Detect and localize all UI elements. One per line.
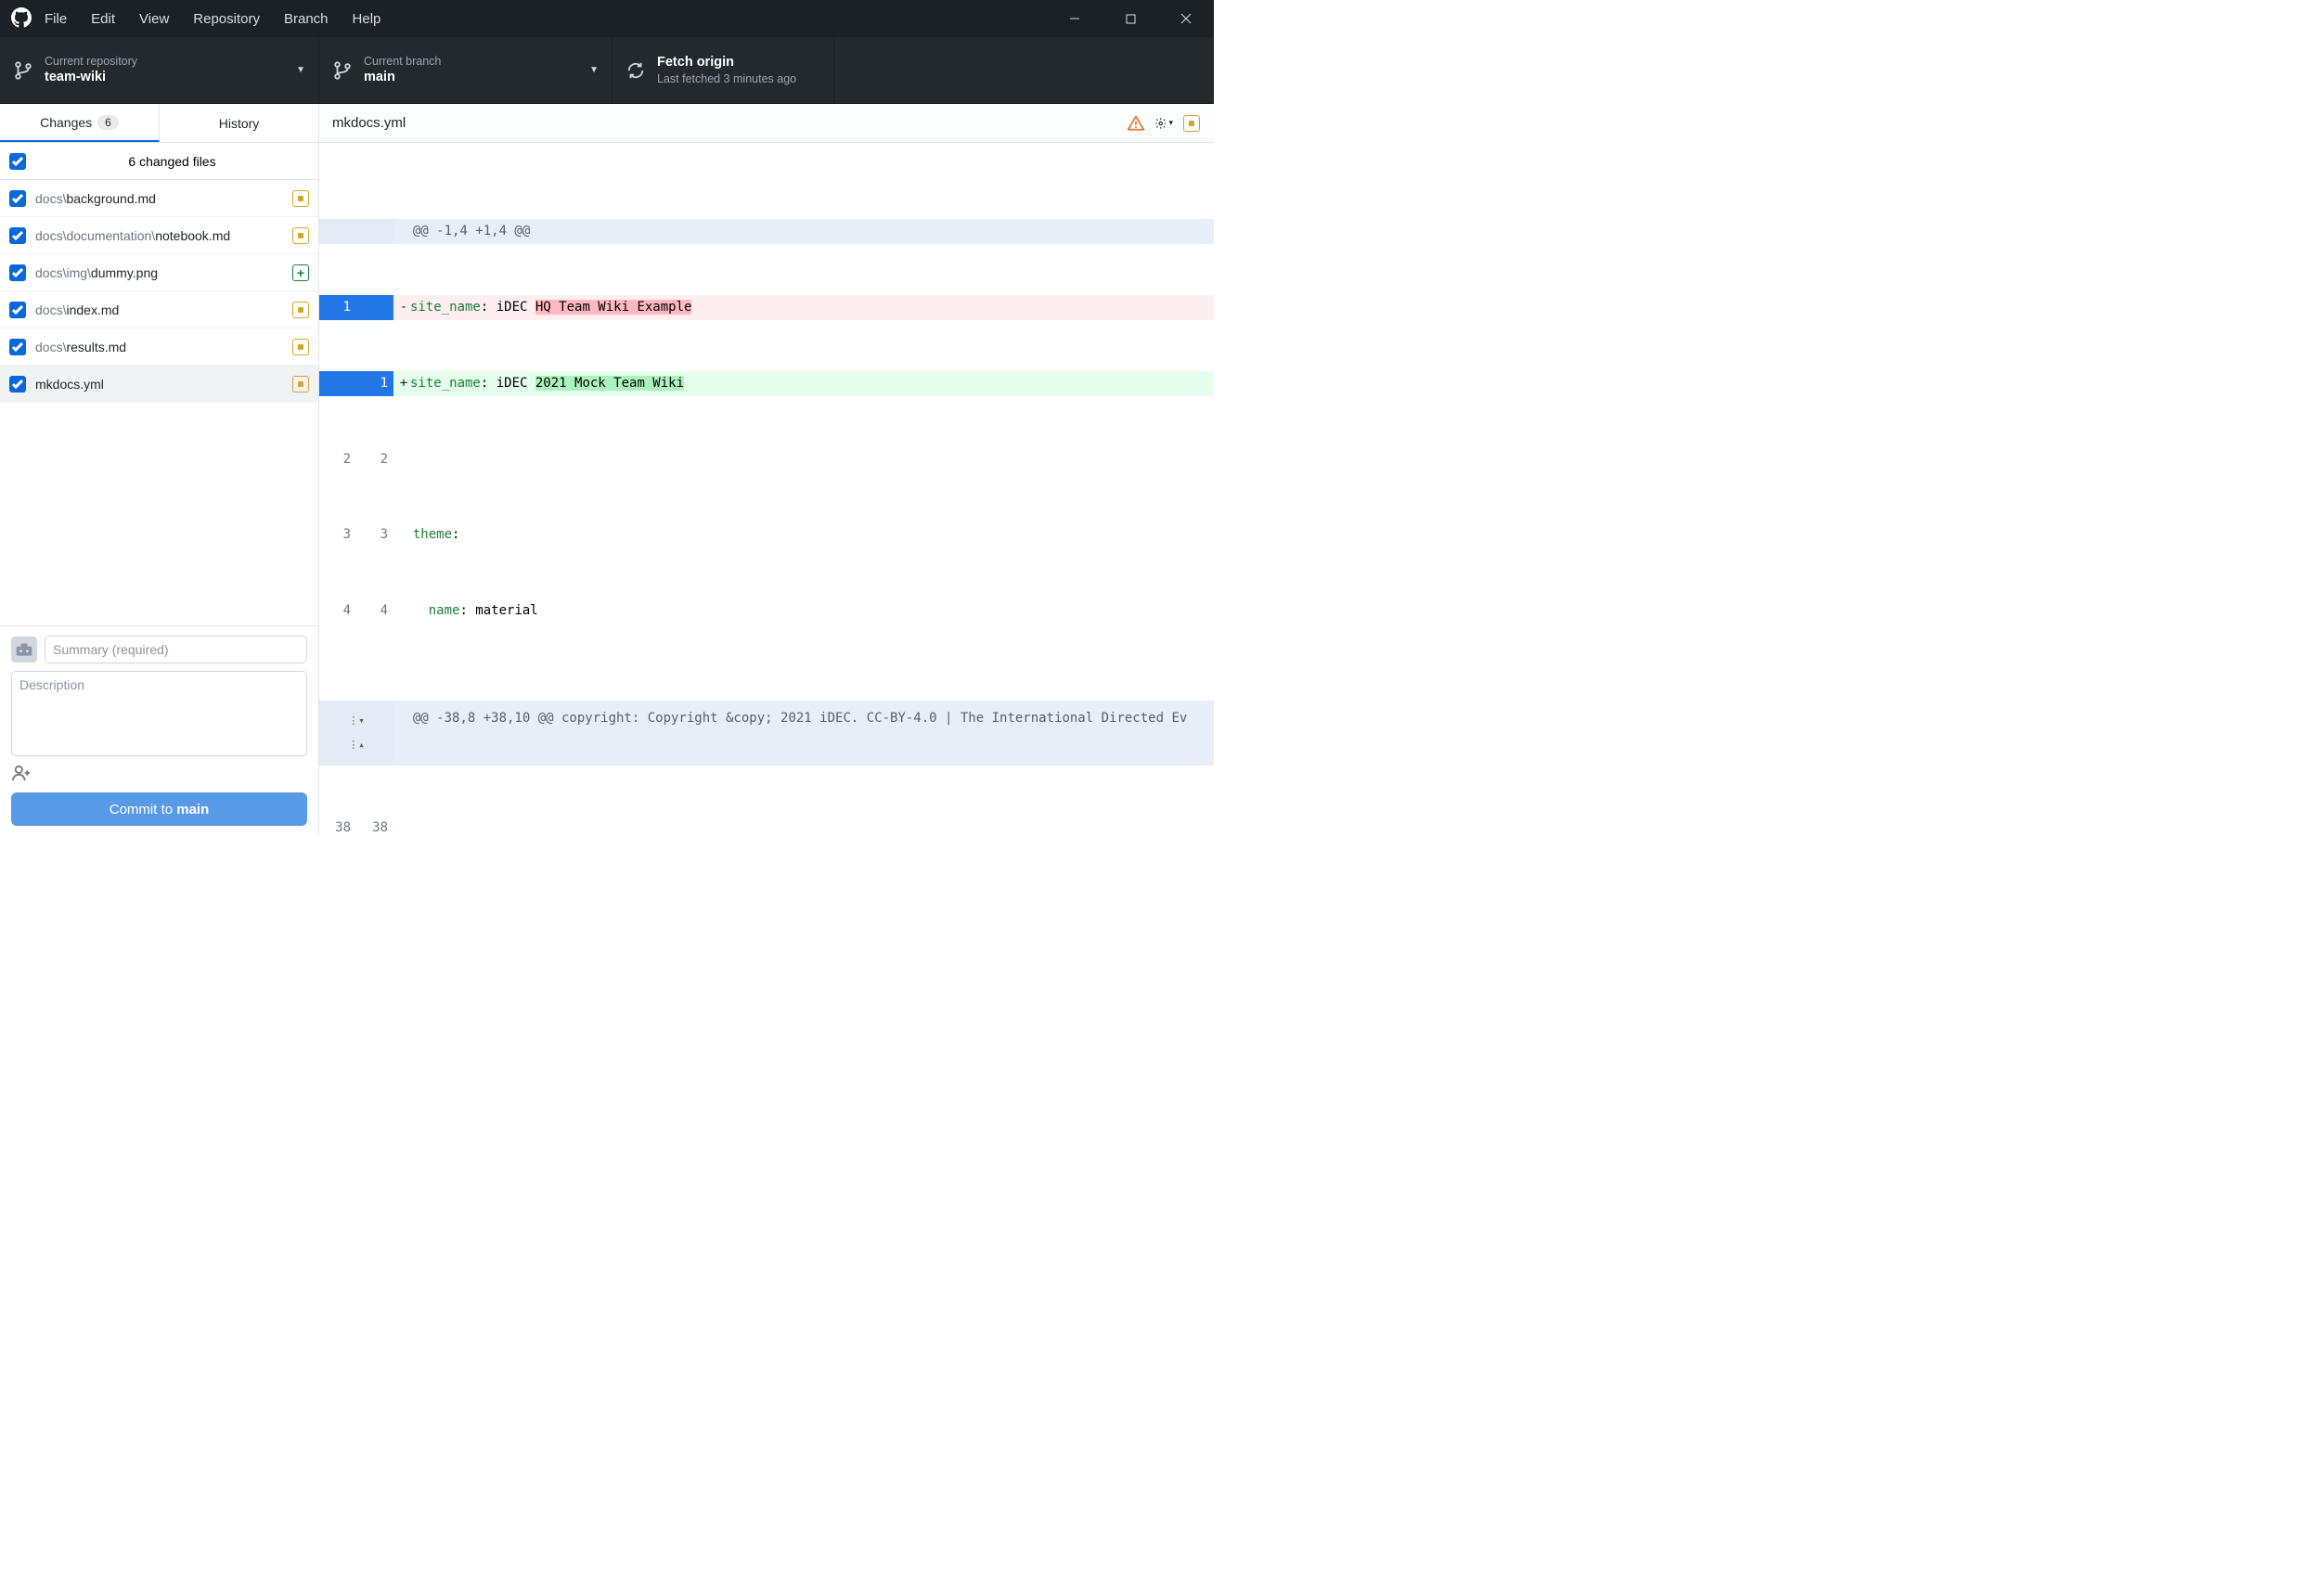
- file-list: docs\background.md docs\documentation\not…: [0, 180, 318, 625]
- menu-edit[interactable]: Edit: [91, 11, 115, 27]
- commit-summary-input[interactable]: [45, 636, 307, 663]
- close-button[interactable]: [1158, 0, 1214, 37]
- fetch-status: Last fetched 3 minutes ago: [657, 71, 796, 86]
- file-row[interactable]: docs\index.md: [0, 291, 318, 328]
- added-icon: [292, 264, 309, 281]
- modified-icon: [292, 302, 309, 318]
- toolbar: Current repository team-wiki ▼ Current b…: [0, 37, 1214, 104]
- tab-changes[interactable]: Changes 6: [0, 104, 160, 142]
- changed-files-header: 6 changed files: [0, 143, 318, 180]
- git-branch-icon: [332, 60, 353, 81]
- minimize-button[interactable]: [1047, 0, 1102, 37]
- tab-history[interactable]: History: [160, 104, 318, 142]
- file-checkbox[interactable]: [9, 227, 26, 244]
- warning-icon[interactable]: [1127, 114, 1145, 133]
- file-checkbox[interactable]: [9, 264, 26, 281]
- commit-button[interactable]: Commit to main: [11, 792, 307, 826]
- file-path: docs\documentation\notebook.md: [35, 228, 292, 243]
- branch-name: main: [364, 69, 441, 86]
- diff-status-icon[interactable]: [1182, 114, 1201, 133]
- file-path: mkdocs.yml: [35, 377, 292, 392]
- gear-icon[interactable]: ▾: [1154, 114, 1173, 133]
- file-row[interactable]: mkdocs.yml: [0, 366, 318, 403]
- commit-button-branch: main: [176, 802, 209, 817]
- modified-icon: [292, 339, 309, 355]
- file-path: docs\results.md: [35, 340, 292, 354]
- diff-panel: mkdocs.yml ▾ @@ -1,4 +1,4 @@ 1-site_name…: [319, 104, 1214, 835]
- git-branch-icon: [13, 60, 33, 81]
- file-checkbox[interactable]: [9, 376, 26, 393]
- menu-view[interactable]: View: [139, 11, 169, 27]
- app-menu: File Edit View Repository Branch Help: [45, 11, 380, 27]
- chevron-down-icon: ▼: [589, 65, 599, 75]
- modified-icon: [292, 190, 309, 207]
- modified-icon: [292, 227, 309, 244]
- menu-branch[interactable]: Branch: [284, 11, 329, 27]
- sidebar: Changes 6 History 6 changed files docs\b…: [0, 104, 319, 835]
- repo-name: team-wiki: [45, 69, 137, 86]
- diff-body[interactable]: @@ -1,4 +1,4 @@ 1-site_name: iDEC HQ Tea…: [319, 143, 1214, 835]
- file-path: docs\background.md: [35, 191, 292, 206]
- menu-repository[interactable]: Repository: [193, 11, 260, 27]
- file-checkbox[interactable]: [9, 190, 26, 207]
- github-logo-icon: [11, 7, 45, 31]
- branch-label: Current branch: [364, 54, 441, 69]
- repo-label: Current repository: [45, 54, 137, 69]
- expand-context-button[interactable]: ⋮▾⋮▴: [319, 701, 393, 766]
- file-row[interactable]: docs\background.md: [0, 180, 318, 217]
- tab-changes-label: Changes: [40, 115, 92, 130]
- fetch-origin-button[interactable]: Fetch origin Last fetched 3 minutes ago: [612, 37, 834, 103]
- repo-switcher[interactable]: Current repository team-wiki ▼: [0, 37, 319, 103]
- fetch-title: Fetch origin: [657, 54, 796, 71]
- changes-count-badge: 6: [97, 115, 119, 130]
- commit-button-prefix: Commit to: [110, 802, 177, 817]
- maximize-button[interactable]: [1102, 0, 1158, 37]
- avatar: [11, 637, 37, 663]
- file-checkbox[interactable]: [9, 339, 26, 355]
- branch-switcher[interactable]: Current branch main ▼: [319, 37, 612, 103]
- window-controls: [1047, 0, 1214, 37]
- file-path: docs\img\dummy.png: [35, 265, 292, 280]
- menu-help[interactable]: Help: [353, 11, 381, 27]
- title-bar: File Edit View Repository Branch Help: [0, 0, 1214, 37]
- files-header-title: 6 changed files: [35, 154, 309, 169]
- diff-filename: mkdocs.yml: [332, 115, 406, 131]
- modified-icon: [292, 376, 309, 393]
- chevron-down-icon: ▼: [296, 65, 305, 75]
- file-row[interactable]: docs\img\dummy.png: [0, 254, 318, 291]
- file-path: docs\index.md: [35, 302, 292, 317]
- file-row[interactable]: docs\documentation\notebook.md: [0, 217, 318, 254]
- commit-description-input[interactable]: [11, 671, 307, 756]
- menu-file[interactable]: File: [45, 11, 67, 27]
- add-coauthor-button[interactable]: [11, 765, 307, 781]
- commit-form: Commit to main: [0, 625, 318, 835]
- file-row[interactable]: docs\results.md: [0, 328, 318, 366]
- file-checkbox[interactable]: [9, 302, 26, 318]
- tab-history-label: History: [219, 116, 260, 131]
- refresh-icon: [625, 60, 646, 81]
- select-all-checkbox[interactable]: [9, 153, 26, 170]
